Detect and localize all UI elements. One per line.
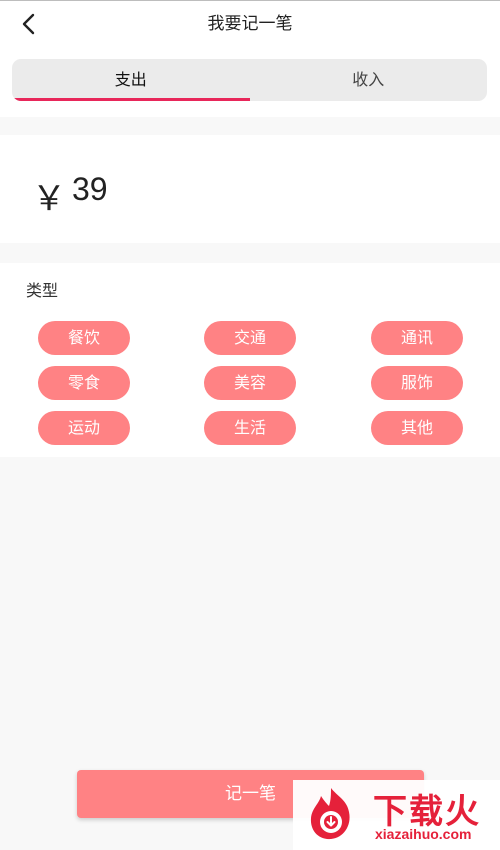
tab-expense[interactable]: 支出: [12, 59, 250, 101]
type-chip-sports[interactable]: 运动: [38, 411, 130, 445]
type-chip-clothing[interactable]: 服饰: [371, 366, 463, 400]
type-label: 类型: [26, 281, 59, 300]
currency-symbol: ￥: [32, 179, 66, 219]
type-chip-dining[interactable]: 餐饮: [38, 321, 130, 355]
amount-value[interactable]: 39: [72, 171, 108, 208]
type-chip-snacks[interactable]: 零食: [38, 366, 130, 400]
tab-income[interactable]: 收入: [250, 59, 488, 101]
watermark: 下载火 xiazaihuo.com: [293, 780, 500, 850]
tab-bar: 支出 收入: [12, 59, 487, 101]
type-chip-transport[interactable]: 交通: [204, 321, 296, 355]
tabs-container: 支出 收入: [0, 47, 500, 117]
type-section: 类型 餐饮 交通 通讯 零食 美容 服饰 运动 生活 其他: [0, 263, 500, 457]
type-chip-beauty[interactable]: 美容: [204, 366, 296, 400]
type-chip-living[interactable]: 生活: [204, 411, 296, 445]
app-header: 我要记一笔: [0, 1, 500, 47]
page-title: 我要记一笔: [207, 14, 293, 34]
amount-input[interactable]: ￥ 39: [0, 135, 500, 243]
type-chip-other[interactable]: 其他: [371, 411, 463, 445]
type-chip-telecom[interactable]: 通讯: [371, 321, 463, 355]
flame-logo-icon: [310, 788, 350, 840]
watermark-domain: xiazaihuo.com: [375, 826, 472, 842]
